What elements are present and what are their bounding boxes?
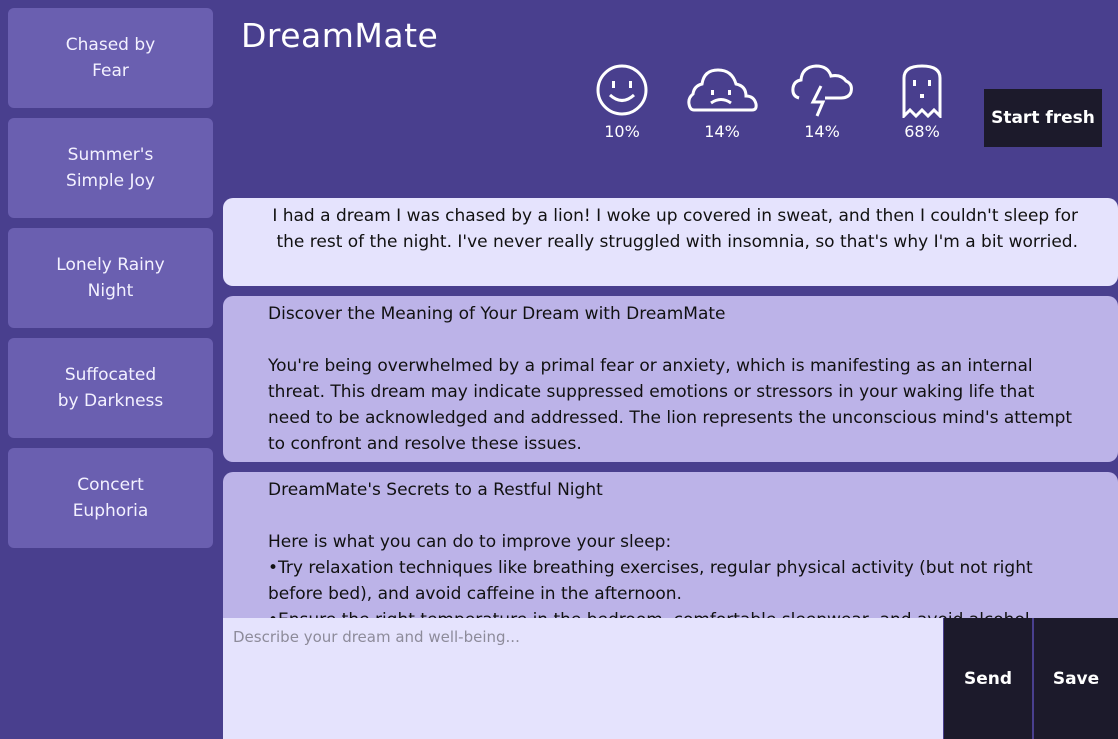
- mood-happy: 10%: [572, 62, 672, 141]
- dream-input[interactable]: [223, 618, 943, 739]
- assistant-message: DreamMate's Secrets to a Restful Night H…: [223, 472, 1118, 618]
- mood-ghost: 68%: [872, 62, 972, 141]
- sidebar: Chased by Fear Summer's Simple Joy Lonel…: [8, 8, 213, 558]
- mood-happy-value: 10%: [604, 122, 640, 141]
- sidebar-item-summers-simple-joy[interactable]: Summer's Simple Joy: [8, 118, 213, 218]
- sidebar-item-label: Lonely Rainy Night: [56, 255, 165, 301]
- sidebar-item-chased-by-fear[interactable]: Chased by Fear: [8, 8, 213, 108]
- sidebar-item-lonely-rainy-night[interactable]: Lonely Rainy Night: [8, 228, 213, 328]
- happy-face-icon: [596, 64, 648, 116]
- sidebar-item-label: Suffocated by Darkness: [57, 365, 164, 411]
- mood-storm-value: 14%: [804, 122, 840, 141]
- chat-log[interactable]: I had a dream I was chased by a lion! I …: [223, 198, 1118, 618]
- ghost-icon: [902, 64, 942, 118]
- sidebar-item-label: Concert Euphoria: [72, 475, 149, 521]
- sidebar-item-label: Chased by Fear: [65, 35, 156, 81]
- sidebar-item-suffocated-by-darkness[interactable]: Suffocated by Darkness: [8, 338, 213, 438]
- mood-ghost-value: 68%: [904, 122, 940, 141]
- send-button[interactable]: Send: [944, 618, 1032, 739]
- app-title: DreamMate: [241, 16, 439, 55]
- save-button[interactable]: Save: [1034, 618, 1118, 739]
- mood-indicators: 10% 14% 14% 68%: [572, 62, 972, 141]
- sidebar-item-label: Summer's Simple Joy: [66, 145, 155, 191]
- mood-sad-value: 14%: [704, 122, 740, 141]
- start-fresh-button[interactable]: Start fresh: [984, 89, 1102, 147]
- sad-cloud-icon: [687, 68, 758, 112]
- storm-cloud-icon: [791, 64, 853, 117]
- user-message: I had a dream I was chased by a lion! I …: [223, 198, 1118, 286]
- mood-sad: 14%: [672, 62, 772, 141]
- mood-storm: 14%: [772, 62, 872, 141]
- sidebar-item-concert-euphoria[interactable]: Concert Euphoria: [8, 448, 213, 548]
- assistant-message: Discover the Meaning of Your Dream with …: [223, 296, 1118, 462]
